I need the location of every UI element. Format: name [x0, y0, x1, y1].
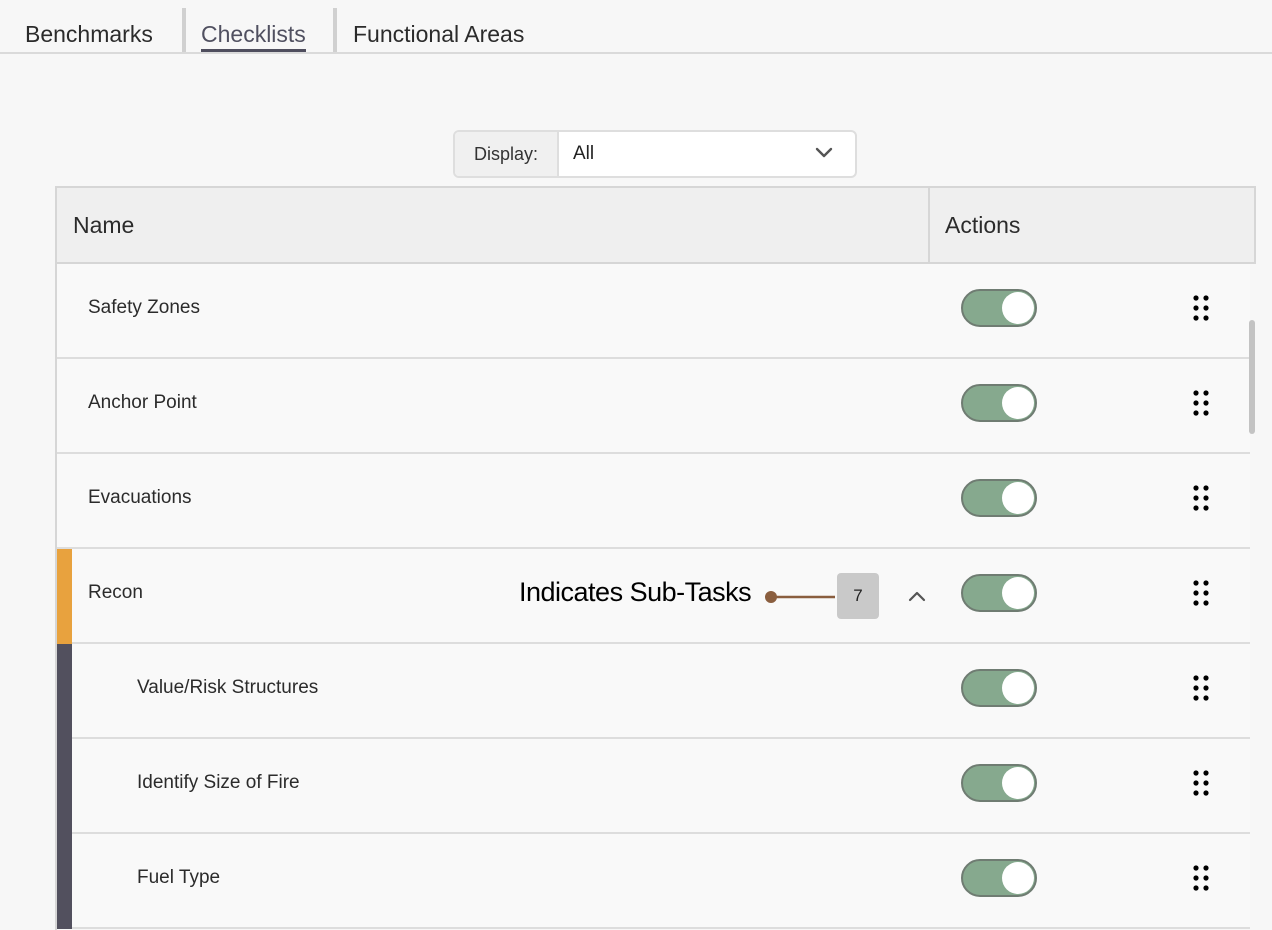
drag-handle-icon[interactable] [1192, 864, 1210, 892]
display-filter-select[interactable]: All [559, 132, 855, 176]
display-filter: Display: All [453, 130, 857, 178]
annotation-pointer [765, 591, 835, 603]
tab-benchmarks[interactable]: Benchmarks [25, 20, 153, 48]
row-label: Anchor Point [88, 392, 197, 413]
table-row-subtask: Value/Risk Structures [57, 644, 1250, 739]
drag-handle-icon[interactable] [1192, 484, 1210, 512]
column-header-actions: Actions [945, 212, 1021, 238]
subtask-accent-bar [57, 644, 72, 739]
drag-handle-icon[interactable] [1192, 294, 1210, 322]
enable-toggle[interactable] [961, 574, 1037, 612]
subtask-accent-bar [57, 834, 72, 929]
tab-divider [182, 8, 186, 52]
table-row: Anchor Point [57, 359, 1250, 454]
toggle-knob [1002, 672, 1034, 704]
display-filter-value: All [573, 143, 595, 164]
tab-bar: Benchmarks Checklists Functional Areas [0, 0, 1272, 54]
row-label: Evacuations [88, 487, 192, 508]
toggle-knob [1002, 862, 1034, 894]
drag-handle-icon[interactable] [1192, 389, 1210, 417]
subtask-count-badge: 7 [837, 573, 879, 619]
vertical-scrollbar[interactable] [1249, 320, 1255, 434]
enable-toggle[interactable] [961, 859, 1037, 897]
tab-checklists[interactable]: Checklists [201, 20, 306, 52]
row-label: Fuel Type [137, 867, 221, 888]
drag-handle-icon[interactable] [1192, 769, 1210, 797]
subtask-accent-bar [57, 739, 72, 834]
row-label: Identify Size of Fire [137, 772, 300, 793]
toggle-knob [1002, 387, 1034, 419]
enable-toggle[interactable] [961, 764, 1037, 802]
table-row: Evacuations [57, 454, 1250, 549]
table-row-parent: Recon Indicates Sub-Tasks 7 [57, 549, 1250, 644]
display-filter-label: Display: [455, 132, 559, 176]
column-header-name: Name [73, 212, 135, 238]
chevron-down-icon [815, 147, 833, 158]
enable-toggle[interactable] [961, 479, 1037, 517]
tab-functional-areas[interactable]: Functional Areas [353, 20, 524, 48]
column-divider [928, 188, 930, 264]
toggle-knob [1002, 292, 1034, 324]
checklist-table: Name Actions Safety Zones Anchor Point E… [55, 186, 1256, 930]
enable-toggle[interactable] [961, 289, 1037, 327]
table-header: Name Actions [57, 186, 1256, 264]
table-row: Safety Zones [57, 264, 1250, 359]
row-label: Value/Risk Structures [137, 677, 319, 698]
annotation-label: Indicates Sub-Tasks [519, 577, 752, 607]
toggle-knob [1002, 577, 1034, 609]
tab-divider [333, 8, 337, 52]
parent-accent-bar [57, 549, 72, 644]
toggle-knob [1002, 482, 1034, 514]
toggle-knob [1002, 767, 1034, 799]
table-row-subtask: Identify Size of Fire [57, 739, 1250, 834]
row-label: Safety Zones [88, 297, 200, 318]
drag-handle-icon[interactable] [1192, 579, 1210, 607]
enable-toggle[interactable] [961, 384, 1037, 422]
chevron-up-icon[interactable] [907, 589, 927, 603]
drag-handle-icon[interactable] [1192, 674, 1210, 702]
enable-toggle[interactable] [961, 669, 1037, 707]
row-label: Recon [88, 582, 143, 603]
table-row-subtask: Fuel Type [57, 834, 1250, 929]
